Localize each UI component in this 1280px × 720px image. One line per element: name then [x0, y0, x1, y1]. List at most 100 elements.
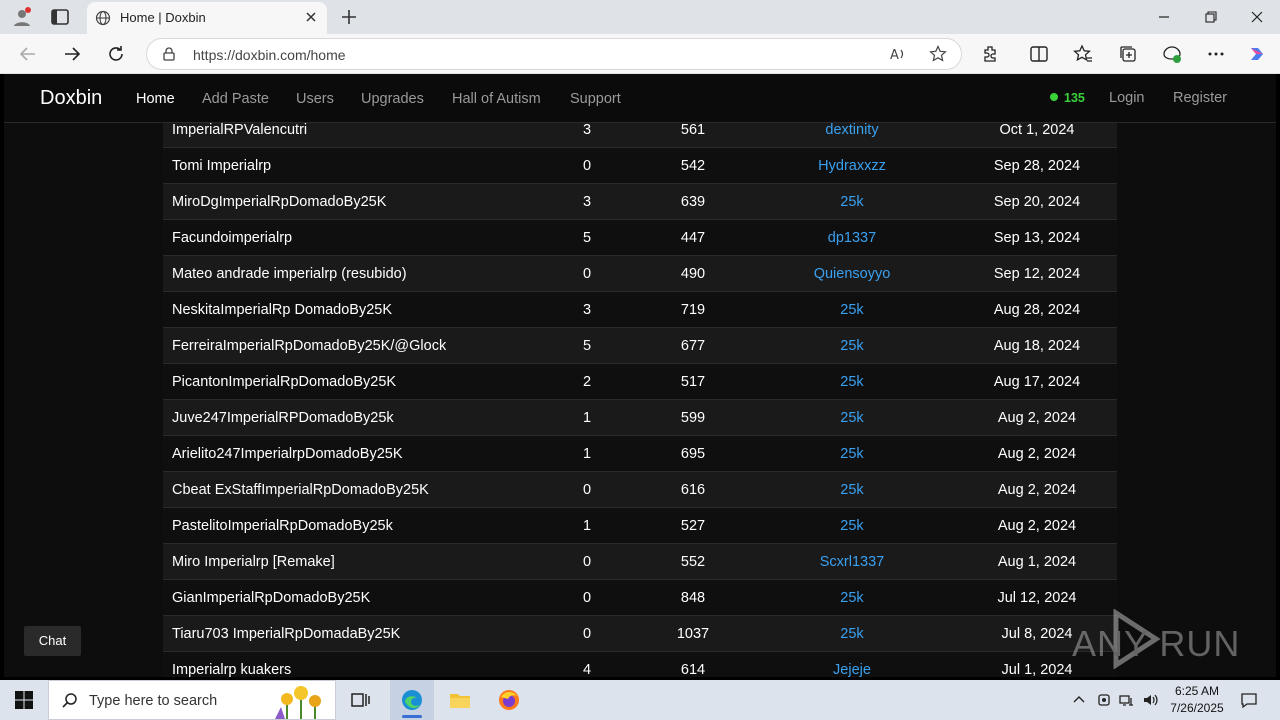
paste-author-link[interactable]: Hydraxxzz [762, 158, 942, 174]
table-row[interactable]: Arielito247ImperialrpDomadoBy25K 1 695 25k A… [163, 436, 1117, 472]
notifications-icon[interactable] [1240, 691, 1258, 709]
forward-icon[interactable] [62, 44, 82, 64]
paste-author-link[interactable]: 25k [762, 590, 942, 606]
table-row[interactable]: Tomi Imperialrp 0 542 Hydraxxzz Sep 28, 2024 [163, 148, 1117, 184]
nav-add-paste[interactable]: Add Paste [202, 91, 269, 107]
table-row[interactable]: FerreiraImperialRpDomadoBy25K/@Glock 5 677… [163, 328, 1117, 364]
paste-title[interactable]: PastelitoImperialRpDomadoBy25k [172, 518, 393, 534]
paste-title[interactable]: Cbeat ExStaffImperialRpDomadoBy25K [172, 482, 429, 498]
site-brand[interactable]: Doxbin [40, 87, 102, 110]
restore-icon[interactable] [1203, 9, 1219, 25]
url-text[interactable]: https://doxbin.com/home [193, 47, 346, 63]
paste-author-link[interactable]: 25k [762, 194, 942, 210]
show-hidden-icons-icon[interactable] [1071, 692, 1087, 708]
paste-author-link[interactable]: 25k [762, 374, 942, 390]
paste-author-link[interactable]: dp1337 [762, 230, 942, 246]
meet-now-icon[interactable] [1096, 692, 1112, 708]
windows-start-icon[interactable] [14, 690, 34, 710]
paste-author-link[interactable]: dextinity [762, 122, 942, 138]
paste-title[interactable]: Arielito247ImperialrpDomadoBy25K [172, 446, 403, 462]
paste-date: Jul 12, 2024 [997, 590, 1077, 606]
clock-date: 7/26/2025 [1170, 701, 1224, 715]
paste-title[interactable]: MiroDgImperialRpDomadoBy25K [172, 194, 386, 210]
read-aloud-icon[interactable]: A [889, 45, 907, 63]
lock-icon[interactable] [161, 46, 177, 62]
browser-tab-active[interactable]: Home | Doxbin [87, 2, 327, 34]
table-row[interactable]: PastelitoImperialRpDomadoBy25k 1 527 25k Aug… [163, 508, 1117, 544]
browser-essentials-icon[interactable] [1162, 44, 1182, 64]
taskbar-edge[interactable] [390, 680, 434, 720]
task-view-icon[interactable] [348, 688, 372, 712]
paste-author-link[interactable]: Scxrl1337 [762, 554, 942, 570]
collections-icon[interactable] [1118, 44, 1138, 64]
paste-comments: 0 [582, 266, 592, 282]
register-link[interactable]: Register [1173, 90, 1227, 106]
copilot-icon[interactable] [1247, 44, 1267, 64]
paste-title[interactable]: Tomi Imperialrp [172, 158, 271, 174]
paste-title[interactable]: GianImperialRpDomadoBy25K [172, 590, 370, 606]
nav-support[interactable]: Support [570, 91, 621, 107]
extensions-icon[interactable] [981, 44, 1001, 64]
windows-taskbar: Type here to search 6:25 AM 7/26/2025 [0, 680, 1280, 720]
close-tab-icon[interactable] [303, 9, 319, 25]
table-row[interactable]: GianImperialRpDomadoBy25K 0 848 25k Jul 12, … [163, 580, 1117, 616]
paste-comments: 5 [582, 230, 592, 246]
paste-title[interactable]: PicantonImperialRpDomadoBy25K [172, 374, 396, 390]
table-row[interactable]: Miro Imperialrp [Remake] 0 552 Scxrl1337 Aug… [163, 544, 1117, 580]
network-icon[interactable] [1119, 692, 1135, 708]
split-screen-icon[interactable] [1029, 44, 1049, 64]
paste-author-link[interactable]: 25k [762, 626, 942, 642]
refresh-icon[interactable] [106, 44, 126, 64]
paste-author-link[interactable]: 25k [762, 302, 942, 318]
favorites-icon[interactable] [1073, 44, 1093, 64]
paste-author-link[interactable]: 25k [762, 482, 942, 498]
online-count-value: 135 [1064, 91, 1085, 105]
paste-title[interactable]: FerreiraImperialRpDomadoBy25K/@Glock [172, 338, 446, 354]
profile-icon[interactable] [12, 7, 32, 27]
table-row[interactable]: Juve247ImperialRPDomadoBy25k 1 599 25k Aug 2… [163, 400, 1117, 436]
table-row[interactable]: Tiaru703 ImperialRpDomadaBy25K 0 1037 25k Ju… [163, 616, 1117, 652]
paste-author-link[interactable]: 25k [762, 410, 942, 426]
paste-title[interactable]: NeskitaImperialRp DomadoBy25K [172, 302, 392, 318]
table-row[interactable]: Mateo andrade imperialrp (resubido) 0 490 Q… [163, 256, 1117, 292]
volume-icon[interactable] [1142, 692, 1158, 708]
table-row[interactable]: NeskitaImperialRp DomadoBy25K 3 719 25k Aug … [163, 292, 1117, 328]
new-tab-icon[interactable] [340, 8, 358, 26]
nav-home[interactable]: Home [136, 91, 175, 107]
paste-title[interactable]: ImperialRPValencutri [172, 122, 307, 138]
login-link[interactable]: Login [1109, 90, 1144, 106]
table-row[interactable]: Imperialrp kuakers 4 614 Jejeje Jul 1, 2024 [163, 652, 1117, 677]
paste-title[interactable]: Tiaru703 ImperialRpDomadaBy25K [172, 626, 400, 642]
tab-actions-icon[interactable] [50, 7, 70, 27]
chat-button[interactable]: Chat [24, 626, 81, 656]
paste-author-link[interactable]: 25k [762, 338, 942, 354]
firefox-icon[interactable] [497, 688, 521, 712]
paste-title[interactable]: Facundoimperialrp [172, 230, 292, 246]
table-row[interactable]: MiroDgImperialRpDomadoBy25K 3 639 25k Sep 20… [163, 184, 1117, 220]
back-icon[interactable] [18, 44, 38, 64]
favorite-star-icon[interactable] [929, 45, 947, 63]
paste-date: Oct 1, 2024 [999, 122, 1075, 138]
paste-title[interactable]: Imperialrp kuakers [172, 662, 291, 677]
nav-hall-of-autism[interactable]: Hall of Autism [452, 91, 541, 107]
paste-comments: 0 [582, 554, 592, 570]
close-window-icon[interactable] [1249, 9, 1265, 25]
nav-users[interactable]: Users [296, 91, 334, 107]
address-bar[interactable]: https://doxbin.com/home A [146, 38, 962, 70]
more-menu-icon[interactable] [1206, 44, 1226, 64]
nav-upgrades[interactable]: Upgrades [361, 91, 424, 107]
paste-author-link[interactable]: Quiensoyyo [762, 266, 942, 282]
minimize-icon[interactable] [1156, 9, 1172, 25]
paste-author-link[interactable]: 25k [762, 518, 942, 534]
paste-author-link[interactable]: 25k [762, 446, 942, 462]
paste-title[interactable]: Mateo andrade imperialrp (resubido) [172, 266, 407, 282]
taskbar-clock[interactable]: 6:25 AM 7/26/2025 [1162, 683, 1232, 717]
table-row[interactable]: Cbeat ExStaffImperialRpDomadoBy25K 0 616 25… [163, 472, 1117, 508]
table-row[interactable]: Facundoimperialrp 5 447 dp1337 Sep 13, 2024 [163, 220, 1117, 256]
paste-title[interactable]: Miro Imperialrp [Remake] [172, 554, 335, 570]
table-row[interactable]: PicantonImperialRpDomadoBy25K 2 517 25k Aug … [163, 364, 1117, 400]
file-explorer-icon[interactable] [448, 688, 472, 712]
taskbar-search-box[interactable]: Type here to search [48, 680, 336, 720]
paste-author-link[interactable]: Jejeje [762, 662, 942, 677]
paste-title[interactable]: Juve247ImperialRPDomadoBy25k [172, 410, 394, 426]
